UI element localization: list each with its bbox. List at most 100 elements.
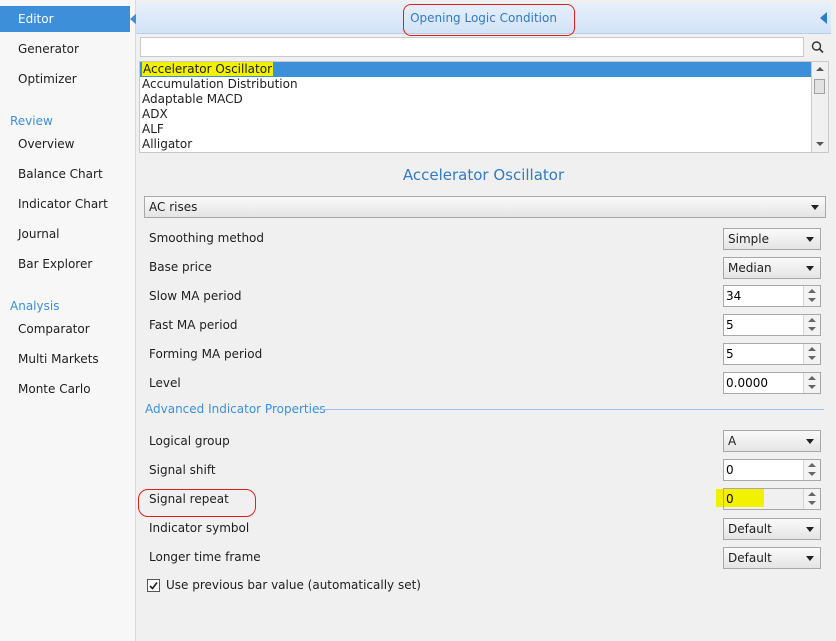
param-label: Fast MA period (149, 318, 238, 332)
select-value: A (728, 434, 737, 448)
search-icon (811, 41, 824, 54)
logic-select-value: AC rises (149, 200, 198, 214)
list-item[interactable]: ALF (140, 122, 811, 137)
signal-repeat-stepper[interactable] (723, 488, 821, 510)
search-button[interactable] (807, 37, 829, 57)
base-price-select[interactable]: Median (723, 257, 821, 279)
param-label: Forming MA period (149, 347, 263, 361)
nav-comparator[interactable]: Comparator (0, 316, 130, 342)
checkmark-icon (149, 582, 158, 590)
use-previous-bar-checkbox[interactable] (147, 579, 160, 592)
panel-header: Opening Logic Condition (136, 3, 831, 34)
signal-shift-input[interactable] (724, 460, 808, 480)
nav-indicator-chart[interactable]: Indicator Chart (0, 191, 130, 217)
param-label: Level (149, 376, 181, 390)
nav-multi-markets-label: Multi Markets (18, 352, 99, 366)
nav-optimizer[interactable]: Optimizer (0, 66, 130, 92)
param-label: Slow MA period (149, 289, 242, 303)
chevron-down-icon (806, 237, 814, 242)
smoothing-method-select[interactable]: Simple (723, 228, 821, 250)
logical-group-select[interactable]: A (723, 430, 821, 452)
scroll-down-icon[interactable] (816, 142, 824, 146)
decrement-icon[interactable] (808, 327, 816, 331)
nav-overview[interactable]: Overview (0, 131, 130, 157)
section-review: Review (10, 114, 53, 128)
indicator-list[interactable]: Accelerator Oscillator Accumulation Dist… (139, 61, 812, 153)
decrement-icon[interactable] (808, 385, 816, 389)
nav-bar-explorer-label: Bar Explorer (18, 257, 93, 271)
increment-icon[interactable] (808, 376, 816, 380)
nav-editor[interactable]: Editor (0, 6, 138, 32)
nav-multi-markets[interactable]: Multi Markets (0, 346, 130, 372)
nav-monte-carlo[interactable]: Monte Carlo (0, 376, 130, 402)
collapse-arrow-icon[interactable] (820, 12, 827, 24)
use-previous-bar-label: Use previous bar value (automatically se… (166, 578, 421, 592)
logic-select[interactable]: AC rises (144, 196, 826, 218)
nav-bar-explorer[interactable]: Bar Explorer (0, 251, 130, 277)
list-item-label: Accelerator Oscillator (142, 62, 274, 76)
main-panel: Opening Logic Condition Accelerator Osci… (136, 0, 836, 641)
divider (316, 409, 824, 410)
chevron-down-icon (806, 266, 814, 271)
search-input[interactable] (140, 37, 804, 57)
nav-journal[interactable]: Journal (0, 221, 130, 247)
signal-repeat-input[interactable] (724, 489, 808, 509)
slow-ma-period-input[interactable] (724, 286, 808, 306)
decrement-icon[interactable] (808, 501, 816, 505)
panel-title: Opening Logic Condition (410, 11, 557, 25)
slow-ma-period-stepper[interactable] (723, 285, 821, 307)
longer-time-frame-select[interactable]: Default (723, 547, 821, 569)
fast-ma-period-stepper[interactable] (723, 314, 821, 336)
decrement-icon[interactable] (808, 356, 816, 360)
param-label: Signal repeat (149, 492, 229, 506)
nav-journal-label: Journal (18, 227, 60, 241)
chevron-down-icon (806, 556, 814, 561)
list-scrollbar[interactable] (812, 61, 829, 153)
level-input[interactable] (724, 373, 808, 393)
list-item[interactable]: Adaptable MACD (140, 92, 811, 107)
scroll-thumb[interactable] (814, 79, 825, 94)
level-stepper[interactable] (723, 372, 821, 394)
decrement-icon[interactable] (808, 298, 816, 302)
chevron-down-icon (811, 205, 819, 210)
nav-comparator-label: Comparator (18, 322, 90, 336)
forming-ma-period-input[interactable] (724, 344, 808, 364)
nav-balance-chart[interactable]: Balance Chart (0, 161, 130, 187)
param-label: Indicator symbol (149, 521, 250, 535)
nav-editor-label: Editor (18, 12, 54, 26)
forming-ma-period-stepper[interactable] (723, 343, 821, 365)
nav-indicator-chart-label: Indicator Chart (18, 197, 108, 211)
nav-overview-label: Overview (18, 137, 75, 151)
nav-monte-carlo-label: Monte Carlo (18, 382, 91, 396)
increment-icon[interactable] (808, 463, 816, 467)
param-label: Signal shift (149, 463, 216, 477)
nav-balance-chart-label: Balance Chart (18, 167, 103, 181)
param-label: Smoothing method (149, 231, 265, 245)
select-value: Median (728, 261, 772, 275)
param-label: Logical group (149, 434, 230, 448)
nav-generator[interactable]: Generator (0, 36, 130, 62)
param-label: Base price (149, 260, 212, 274)
scroll-up-icon[interactable] (816, 67, 824, 71)
select-value: Default (728, 522, 772, 536)
increment-icon[interactable] (808, 347, 816, 351)
increment-icon[interactable] (808, 289, 816, 293)
indicator-symbol-select[interactable]: Default (723, 518, 821, 540)
increment-icon[interactable] (808, 318, 816, 322)
chevron-down-icon (806, 527, 814, 532)
list-item[interactable]: ADX (140, 107, 811, 122)
section-analysis: Analysis (10, 299, 60, 313)
select-value: Default (728, 551, 772, 565)
indicator-title: Accelerator Oscillator (402, 166, 565, 184)
list-item[interactable]: Accelerator Oscillator (140, 62, 811, 77)
sidebar: Editor Generator Optimizer Review Overvi… (0, 0, 138, 641)
decrement-icon[interactable] (808, 472, 816, 476)
signal-shift-stepper[interactable] (723, 459, 821, 481)
nav-generator-label: Generator (18, 42, 79, 56)
list-item[interactable]: Alligator (140, 137, 811, 152)
param-label: Longer time frame (149, 550, 261, 564)
list-item[interactable]: Accumulation Distribution (140, 77, 811, 92)
chevron-down-icon (806, 439, 814, 444)
fast-ma-period-input[interactable] (724, 315, 808, 335)
increment-icon[interactable] (808, 492, 816, 496)
